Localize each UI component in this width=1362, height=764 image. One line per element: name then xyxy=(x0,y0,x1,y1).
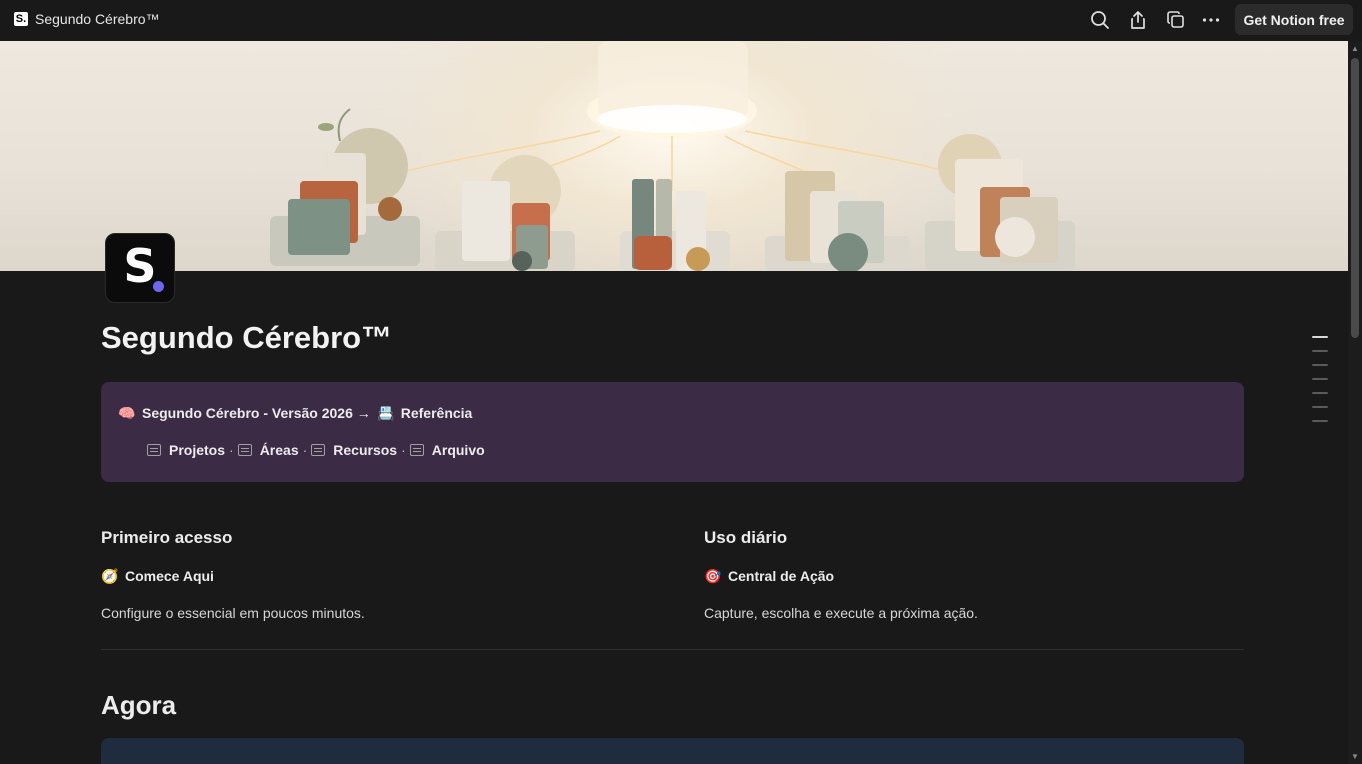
top-bar: S. Segundo Cérebro™ Get Notion free xyxy=(0,0,1362,40)
callout-line-2: Projetos · Áreas · Recursos · Arquivo xyxy=(147,442,485,458)
page-title[interactable]: Segundo Cérebro™ xyxy=(101,320,392,356)
toc-item[interactable] xyxy=(1312,336,1328,338)
cover-image xyxy=(0,41,1348,271)
window-title: Segundo Cérebro™ xyxy=(35,11,160,27)
card-index-icon: 📇 xyxy=(377,404,395,421)
separator: · xyxy=(229,442,234,458)
scrollbar-thumb[interactable] xyxy=(1351,58,1359,338)
column-heading-primeiro-acesso: Primeiro acesso xyxy=(101,528,233,547)
page-icon[interactable]: S xyxy=(105,233,175,303)
agora-callout xyxy=(101,738,1244,764)
link-arquivo[interactable]: Arquivo xyxy=(432,442,485,458)
separator: · xyxy=(302,442,308,458)
toc-item[interactable] xyxy=(1312,420,1328,422)
link-label: Comece Aqui xyxy=(125,568,214,584)
more-horizontal-icon[interactable] xyxy=(1199,8,1223,32)
toc-item[interactable] xyxy=(1312,392,1328,394)
navigation-callout: 🧠 Segundo Cérebro - Versão 2026 → 📇 Refe… xyxy=(101,382,1244,482)
link-referencia[interactable]: Referência xyxy=(401,405,473,421)
scroll-down-arrow-icon[interactable]: ▼ xyxy=(1350,752,1360,762)
database-icon xyxy=(147,444,161,456)
database-icon xyxy=(311,444,326,456)
share-icon[interactable] xyxy=(1126,8,1150,32)
divider xyxy=(101,649,1244,650)
duplicate-icon[interactable] xyxy=(1164,8,1188,32)
toc-item[interactable] xyxy=(1312,350,1328,352)
separator: · xyxy=(401,442,406,458)
column-heading-uso-diario: Uso diário xyxy=(704,528,788,547)
scroll-up-arrow-icon[interactable]: ▲ xyxy=(1350,44,1360,54)
link-recursos[interactable]: Recursos xyxy=(333,442,397,458)
brain-icon: 🧠 xyxy=(118,404,136,421)
target-icon: 🎯 xyxy=(704,567,722,584)
link-areas[interactable]: Áreas xyxy=(260,442,299,458)
table-of-contents[interactable] xyxy=(1312,336,1328,434)
toc-item[interactable] xyxy=(1312,378,1328,380)
search-icon[interactable] xyxy=(1088,8,1112,32)
column-description: Configure o essencial em poucos minutos. xyxy=(101,605,365,621)
section-heading-agora: Agora xyxy=(101,690,177,720)
callout-text: Segundo Cérebro - Versão 2026 → xyxy=(142,405,371,421)
page-icon-dot xyxy=(153,281,164,292)
page-icon-letter: S xyxy=(123,239,157,293)
link-projetos[interactable]: Projetos xyxy=(169,442,225,458)
compass-icon: 🧭 xyxy=(101,567,119,584)
get-notion-free-button[interactable]: Get Notion free xyxy=(1235,4,1353,35)
toc-item[interactable] xyxy=(1312,406,1328,408)
site-favicon: S. xyxy=(14,12,28,26)
toc-item[interactable] xyxy=(1312,364,1328,366)
link-label: Central de Ação xyxy=(728,568,835,584)
column-description: Capture, escolha e execute a próxima açã… xyxy=(704,605,978,621)
link-comece-aqui[interactable]: 🧭 Comece Aqui xyxy=(101,567,214,585)
database-icon xyxy=(237,444,252,456)
callout-line-1: 🧠 Segundo Cérebro - Versão 2026 → 📇 Refe… xyxy=(118,404,472,422)
database-icon xyxy=(409,444,424,456)
link-central-de-acao[interactable]: 🎯 Central de Ação xyxy=(704,567,834,585)
